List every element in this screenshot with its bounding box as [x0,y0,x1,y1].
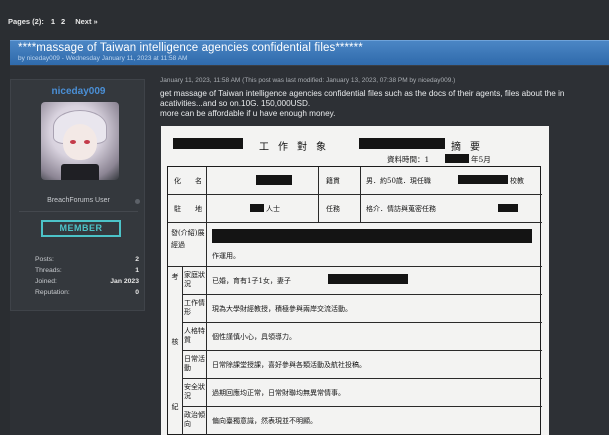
thread-title: ****massage of Taiwan intelligence agenc… [18,42,363,54]
table-line [182,378,542,379]
user-stats: Posts: 2 Threads: 1 Joined: Jan 2023 Rep… [35,256,139,300]
cell-value: 人士 [266,205,280,213]
page-link-1[interactable]: 1 [51,17,55,26]
username-link[interactable]: niceday009 [11,86,146,97]
redaction-bar [359,138,445,149]
table-line [182,294,542,295]
cell-label: 安全狀況 [184,383,205,400]
post-body: get massage of Taiwan intelligence agenc… [160,89,609,119]
post-line: acativities...and so on.10G. 150,000USD. [160,99,311,108]
thread-meta: by niceday009 - Wednesday January 11, 20… [18,55,188,62]
stat-row: Reputation: 0 [35,289,139,300]
stat-value: 1 [135,267,139,274]
thread-header: ****massage of Taiwan intelligence agenc… [10,40,609,65]
cell-label: 駐地 [174,205,216,213]
table-line [168,194,542,195]
cell-value: 過期回應均正常，日常財聯均無異常情事。 [212,389,345,397]
side-label: 考 [171,273,179,281]
cell-value: 校教 [510,177,524,185]
document-title-end: 摘要 [451,142,489,153]
table-line [182,322,542,323]
stat-row: Threads: 1 [35,267,139,278]
status-dot-icon [135,199,140,204]
redaction-bar [212,229,532,243]
side-label: 紀 [171,403,179,411]
leaked-document-image: 工作對象 摘要 資料時間：1 年5月 化名 籍貫 男．約50歲．現任職 校教 駐… [161,126,549,435]
redaction-bar [173,138,243,149]
cell-label: 任務 [326,205,340,213]
next-page-link[interactable]: Next » [75,17,98,26]
cell-value: 個性謹慎小心，具領導力。 [212,333,296,341]
cell-value: 格介．情訪與蒐密任務 [366,205,436,213]
table-line [168,266,542,267]
document-title: 工作對象 [259,142,335,153]
cell-label: 人格特質 [184,327,205,344]
stat-row: Joined: Jan 2023 [35,278,139,289]
redaction-bar [250,204,264,212]
post-meta: January 11, 2023, 11:58 AM (This post wa… [160,77,456,84]
stat-value: 2 [135,256,139,263]
cell-label: 政治傾向 [184,411,205,428]
page-link-2[interactable]: 2 [61,17,65,26]
cell-value: 男．約50歲．現任職 [366,177,431,185]
avatar-collar [61,164,99,180]
redaction-bar [328,274,408,284]
document-date-month: 年5月 [471,155,491,164]
avatar-face [63,124,97,160]
table-line [182,350,542,351]
stat-row: Posts: 2 [35,256,139,267]
member-badge: MEMBER [41,220,121,237]
cell-value: 現為大學財經教授，積極參與兩岸交流活動。 [212,305,352,313]
redaction-bar [445,154,469,163]
cell-label: 籍貫 [326,177,340,185]
pagination-label: Pages (2): [8,17,44,26]
redaction-bar [256,175,292,185]
cell-label: 工作情形 [184,299,205,316]
post-line: more can be affordable if u have enough … [160,109,336,118]
document-date-label: 資料時間：1 [387,155,430,164]
top-bar: Pages (2): 1 2 Next » [0,0,609,40]
cell-label: 化名 [174,177,216,185]
cell-value: 已婚，育有1子1女，妻子 [212,277,291,285]
redaction-bar [458,175,508,184]
cell-label: 日常活動 [184,355,205,372]
table-line [168,222,542,223]
stat-label: Reputation: [35,289,70,296]
stat-value: Jan 2023 [110,278,139,285]
stat-label: Threads: [35,267,62,274]
cell-value: 作運用。 [212,252,240,260]
redaction-bar [498,204,518,212]
divider [19,211,138,212]
stat-value: 0 [135,289,139,296]
user-title: BreachForums User [47,197,110,204]
table-line [182,406,542,407]
cell-label: 發(介紹)展經過 [171,229,205,249]
cell-value: 日常除課堂授課，喜好參與各類活動及航社投稿。 [212,361,366,369]
cell-label: 家庭狀況 [184,271,205,288]
avatar-eye [70,140,76,144]
avatar-eye [84,140,90,144]
user-panel: niceday009 BreachForums User MEMBER Post… [10,79,145,311]
post-line: get massage of Taiwan intelligence agenc… [160,89,565,98]
side-label: 核 [171,338,179,346]
stat-label: Joined: [35,278,57,285]
document-table: 化名 籍貫 男．約50歲．現任職 校教 駐地 人士 任務 格介．情訪與蒐密任務 … [167,166,542,435]
avatar[interactable] [41,102,119,180]
pagination: Pages (2): 1 2 Next » [8,17,98,26]
stat-label: Posts: [35,256,54,263]
cell-value: 偏向臺獨意識，然表現並不明顯。 [212,417,317,425]
